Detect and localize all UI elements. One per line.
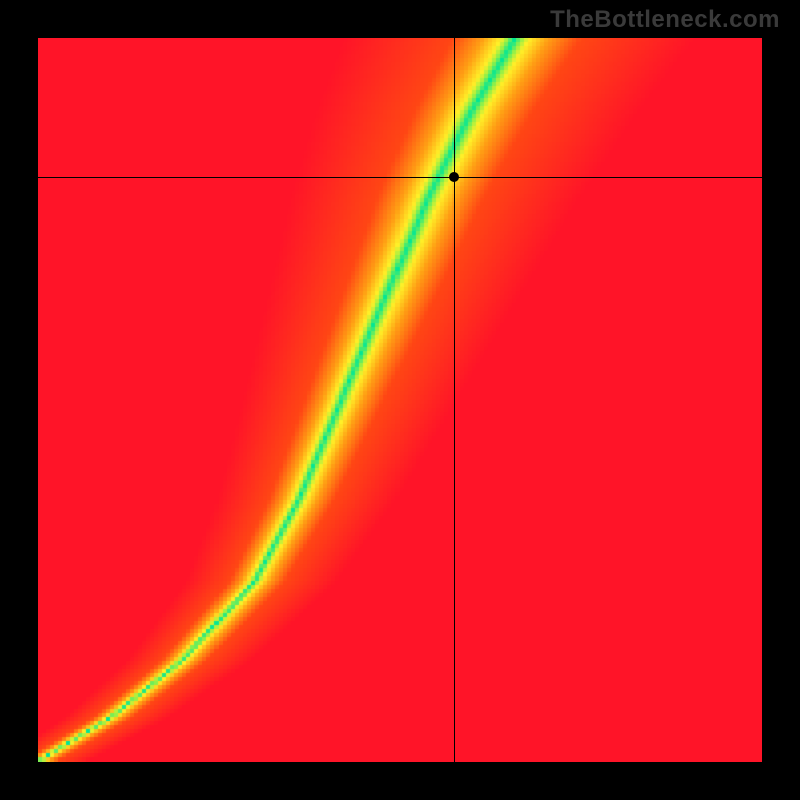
crosshair-horizontal bbox=[38, 177, 762, 178]
heatmap-canvas bbox=[38, 38, 762, 762]
marker-dot bbox=[449, 172, 459, 182]
crosshair-vertical bbox=[454, 38, 455, 762]
watermark-text: TheBottleneck.com bbox=[550, 6, 780, 34]
chart-container: TheBottleneck.com bbox=[0, 0, 800, 800]
